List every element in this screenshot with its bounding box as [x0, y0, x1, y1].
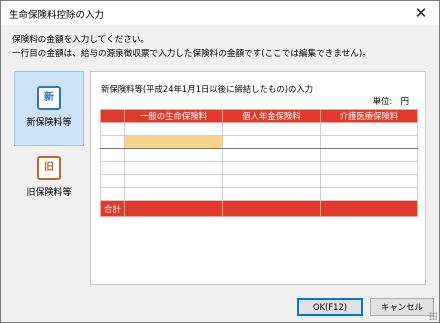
general-premium-input[interactable]	[124, 148, 223, 162]
column-header-medical-care: 介護医療保険料	[320, 109, 418, 123]
window-title: 生命保険料控除の入力	[9, 10, 105, 21]
column-header-blank	[100, 109, 125, 123]
dialog-window: 生命保険料控除の入力 ✕ 保険料の金額を入力してください。 一行目の金額は、給与…	[0, 0, 440, 323]
annuity-premium-input[interactable]	[222, 174, 321, 188]
general-premium-input[interactable]	[124, 135, 223, 149]
panel-title: 新保険料等(平成24年1月1日以後に締結したもの)の入力	[101, 84, 314, 94]
cancel-button[interactable]: キャンセル	[370, 298, 434, 316]
medical-premium-input[interactable]	[320, 174, 418, 188]
resize-grip-icon[interactable]	[429, 312, 437, 320]
general-premium-cell	[124, 122, 223, 136]
general-premium-input[interactable]	[124, 161, 223, 175]
medical-premium-input[interactable]	[320, 148, 418, 162]
instruction-line-2: 一行目の金額は、給与の源泉徴収票で入力した保険料の金額です(ここでは編集できませ…	[12, 49, 371, 59]
unit-label: 単位: 円	[372, 96, 409, 106]
medical-premium-cell	[320, 122, 418, 136]
annuity-premium-cell	[222, 122, 321, 136]
annuity-premium-input[interactable]	[222, 148, 321, 162]
annuity-premium-input[interactable]	[222, 161, 321, 175]
general-premium-input[interactable]	[124, 174, 223, 188]
table-row	[100, 187, 418, 201]
row-label	[100, 135, 125, 149]
table-row	[100, 174, 418, 188]
premium-table: 一般の生命保険料 個人年金保険料 介護医療保険料 合計	[100, 109, 418, 217]
tab-old-label: 旧保険料等	[26, 188, 72, 198]
table-row	[100, 148, 418, 162]
table-row	[100, 122, 418, 136]
total-general	[124, 200, 223, 217]
row-label	[100, 174, 125, 188]
new-icon: 新	[37, 86, 61, 110]
medical-premium-input[interactable]	[320, 135, 418, 149]
table-row	[100, 135, 418, 149]
annuity-premium-input[interactable]	[222, 135, 321, 149]
tab-new-insurance[interactable]: 新 新保険料等	[14, 71, 84, 146]
total-annuity	[222, 200, 321, 217]
input-panel: 新保険料等(平成24年1月1日以後に締結したもの)の入力 単位: 円 一般の生命…	[90, 71, 426, 285]
table-row	[100, 161, 418, 175]
total-medical	[320, 200, 418, 217]
tab-new-label: 新保険料等	[26, 118, 72, 128]
total-row: 合計	[100, 200, 418, 217]
total-label: 合計	[100, 200, 125, 217]
title-bar: 生命保険料控除の入力 ✕	[1, 1, 439, 25]
row-label	[100, 161, 125, 175]
column-header-annuity: 個人年金保険料	[222, 109, 321, 123]
old-icon: 旧	[37, 156, 61, 180]
row-label	[100, 187, 125, 201]
close-icon[interactable]: ✕	[409, 3, 433, 23]
medical-premium-input[interactable]	[320, 187, 418, 201]
column-header-general: 一般の生命保険料	[124, 109, 223, 123]
instruction-line-1: 保険料の金額を入力してください。	[12, 35, 149, 45]
instructions: 保険料の金額を入力してください。 一行目の金額は、給与の源泉徴収票で入力した保険…	[12, 33, 371, 61]
row-label	[100, 148, 125, 162]
medical-premium-input[interactable]	[320, 161, 418, 175]
annuity-premium-input[interactable]	[222, 187, 321, 201]
general-premium-input[interactable]	[124, 187, 223, 201]
row-label	[100, 122, 125, 136]
ok-button[interactable]: OK(F12)	[297, 298, 363, 316]
table-header-row: 一般の生命保険料 個人年金保険料 介護医療保険料	[100, 109, 418, 123]
tab-old-insurance[interactable]: 旧 旧保険料等	[14, 146, 84, 216]
